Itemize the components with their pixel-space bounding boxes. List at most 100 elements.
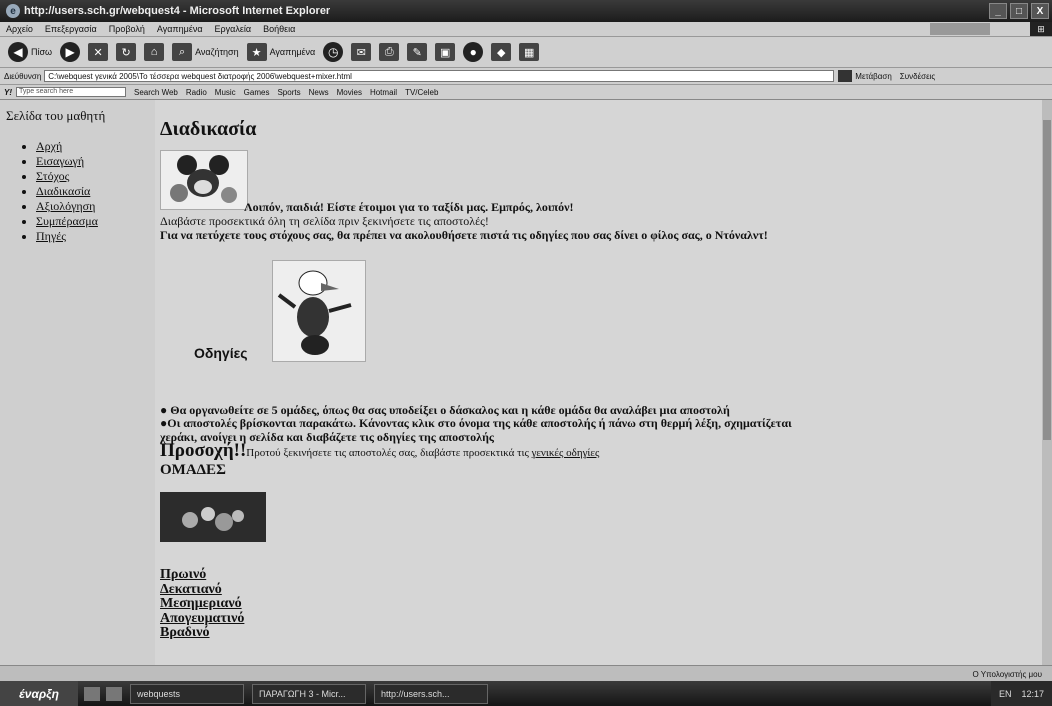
toolbar-search-input[interactable]: Type search here: [16, 87, 126, 97]
attention-note: Προσοχή!!Προτού ξεκινήσετε τις αποστολές…: [160, 440, 599, 462]
start-button[interactable]: έναρξη: [0, 681, 78, 706]
link-hotmail[interactable]: Hotmail: [370, 88, 397, 97]
ie-quicklaunch-icon[interactable]: [106, 686, 122, 701]
link-movies[interactable]: Movies: [337, 88, 362, 97]
taskbar-item-browser[interactable]: http://users.sch...: [374, 683, 488, 704]
forward-button[interactable]: ▶: [60, 42, 81, 62]
history-icon: ◷: [323, 42, 344, 62]
sidebar-nav: Αρχή Εισαγωγή Στόχος Διαδικασία Αξιολόγη…: [0, 139, 155, 244]
address-bar: Διεύθυνση C:\webquest γενικά 2005\Το τέσ…: [0, 68, 1052, 85]
links-toolbar: Y! Type search here Search Web Radio Mus…: [0, 85, 1052, 100]
sidebar-item-home[interactable]: Αρχή: [36, 139, 62, 153]
discuss-button[interactable]: ▣: [435, 43, 456, 61]
group-link-afternoon-snack[interactable]: Απογευματινό: [160, 611, 244, 626]
group-link-lunch[interactable]: Μεσημεριανό: [160, 596, 242, 611]
donald-duck-image: [272, 260, 366, 362]
menu-edit[interactable]: Επεξεργασία: [45, 24, 97, 34]
sidebar-item-goal[interactable]: Στόχος: [36, 169, 69, 183]
link-radio[interactable]: Radio: [186, 88, 207, 97]
menu-view[interactable]: Προβολή: [109, 24, 145, 34]
edit-button[interactable]: ✎: [407, 43, 428, 61]
group-link-breakfast[interactable]: Πρωινό: [160, 567, 206, 582]
menu-file[interactable]: Αρχείο: [6, 24, 33, 34]
stop-button[interactable]: ✕: [88, 43, 109, 61]
address-label: Διεύθυνση: [4, 71, 42, 81]
language-indicator[interactable]: EN: [999, 689, 1012, 699]
link-sports[interactable]: Sports: [277, 88, 300, 97]
link-search-web[interactable]: Search Web: [134, 88, 178, 97]
go-button[interactable]: Μετάβαση: [855, 72, 892, 81]
taskbar-item-word[interactable]: ΠΑΡΑΓΩΓΗ 3 - Micr...: [252, 683, 366, 704]
printer-icon: ⎙: [379, 43, 400, 61]
home-button[interactable]: ⌂: [144, 43, 165, 61]
stop-icon: ✕: [88, 43, 109, 61]
flowers-image: [160, 492, 266, 542]
sidebar: Σελίδα του μαθητή Αρχή Εισαγωγή Στόχος Δ…: [0, 100, 155, 665]
favorites-button[interactable]: ★ Αγαπημένα: [246, 43, 316, 61]
edit-icon: ✎: [407, 43, 428, 61]
menu-bar: Αρχείο Επεξεργασία Προβολή Αγαπημένα Εργ…: [0, 22, 1052, 37]
scrollbar-thumb[interactable]: [1043, 120, 1051, 440]
taskbar: έναρξη webquests ΠΑΡΑΓΩΓΗ 3 - Micr... ht…: [0, 681, 1052, 706]
messenger-button[interactable]: ●: [463, 42, 484, 62]
group-link-morning-snack[interactable]: Δεκατιανό: [160, 582, 222, 597]
discuss-icon: ▣: [435, 43, 456, 61]
menu-tools[interactable]: Εργαλεία: [215, 24, 252, 34]
research-button[interactable]: ◆: [491, 43, 512, 61]
link-tv-celeb[interactable]: TV/Celeb: [405, 88, 438, 97]
link-music[interactable]: Music: [215, 88, 236, 97]
attention-text: Προτού ξεκινήσετε τις αποστολές σας, δια…: [246, 447, 532, 459]
vertical-scrollbar[interactable]: [1042, 100, 1052, 665]
taskbar-item-webquests[interactable]: webquests: [130, 683, 244, 704]
links-label[interactable]: Συνδέσεις: [900, 72, 935, 81]
go-arrow-icon[interactable]: [838, 70, 853, 82]
menu-favorites[interactable]: Αγαπημένα: [157, 24, 203, 34]
instructions-heading: Οδηγίες: [194, 345, 248, 361]
sidebar-item-introduction[interactable]: Εισαγωγή: [36, 154, 84, 168]
minimize-button[interactable]: _: [989, 3, 1007, 19]
sidebar-item-evaluation[interactable]: Αξιολόγηση: [36, 199, 95, 213]
mail-button[interactable]: ✉: [351, 43, 372, 61]
research-icon: ◆: [491, 43, 512, 61]
page-content: Σελίδα του μαθητή Αρχή Εισαγωγή Στόχος Δ…: [0, 100, 1052, 665]
history-button[interactable]: ◷: [323, 42, 344, 62]
close-button[interactable]: X: [1031, 3, 1049, 19]
link-news[interactable]: News: [309, 88, 329, 97]
media-button[interactable]: ▦: [519, 43, 540, 61]
status-bar: Ο Υπολογιστής μου: [0, 665, 1052, 682]
favorites-label: Αγαπημένα: [269, 47, 316, 57]
security-zone-label: Ο Υπολογιστής μου: [972, 669, 1042, 679]
group-link-dinner[interactable]: Βραδινό: [160, 625, 210, 640]
mickey-mouse-image: [160, 150, 248, 210]
window-titlebar: e http://users.sch.gr/webquest4 - Micros…: [0, 0, 1052, 22]
back-button[interactable]: ◀ Πίσω: [8, 42, 52, 62]
search-label: Αναζήτηση: [195, 47, 239, 57]
system-tray: EN 12:17: [990, 681, 1052, 706]
messenger-icon: ●: [463, 42, 484, 62]
home-icon: ⌂: [144, 43, 165, 61]
show-desktop-icon[interactable]: [84, 686, 100, 701]
menu-help[interactable]: Βοήθεια: [263, 24, 295, 34]
link-games[interactable]: Games: [244, 88, 270, 97]
general-instructions-link[interactable]: γενικές οδηγίες: [532, 447, 600, 459]
ie-logo-icon: e: [6, 4, 20, 18]
address-input[interactable]: C:\webquest γενικά 2005\Το τέσσερα webqu…: [44, 70, 835, 82]
search-button[interactable]: ⌕ Αναζήτηση: [172, 43, 239, 61]
yahoo-logo[interactable]: Y!: [4, 88, 12, 97]
sidebar-item-sources[interactable]: Πηγές: [36, 229, 66, 243]
page-title: Διαδικασία: [160, 118, 257, 140]
windows-flag-icon: ⊞: [1030, 22, 1052, 36]
standard-toolbar: ◀ Πίσω ▶ ✕ ↻ ⌂ ⌕ Αναζήτηση ★ Αγαπημένα ◷…: [0, 37, 1052, 68]
refresh-icon: ↻: [116, 43, 137, 61]
star-icon: ★: [246, 43, 267, 61]
back-arrow-icon: ◀: [8, 42, 28, 62]
mail-icon: ✉: [351, 43, 372, 61]
maximize-button[interactable]: □: [1010, 3, 1028, 19]
attention-title: Προσοχή!!: [160, 440, 247, 461]
clock: 12:17: [1021, 688, 1044, 699]
sidebar-item-conclusion[interactable]: Συμπέρασμα: [36, 214, 98, 228]
window-title: http://users.sch.gr/webquest4 - Microsof…: [24, 5, 331, 17]
refresh-button[interactable]: ↻: [116, 43, 137, 61]
sidebar-item-process[interactable]: Διαδικασία: [36, 184, 90, 198]
print-button[interactable]: ⎙: [379, 43, 400, 61]
